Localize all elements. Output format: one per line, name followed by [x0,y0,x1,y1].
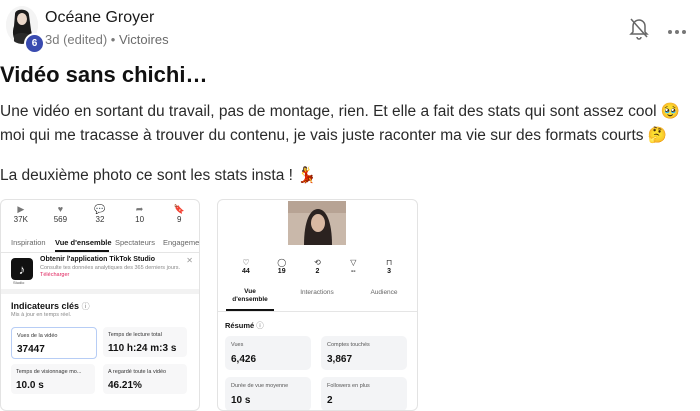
bookmark-icon: ⊓ [385,258,393,267]
post-title: Vidéo sans chichi… [0,62,208,87]
metric-card: Durée de vue moyenne 10 s [225,377,311,410]
comments-stat: ◯ 19 [264,257,300,279]
instagram-stat-row: ♡ 44 ◯ 19 ⟲ 2 ▽ -- ⊓ 3 [218,257,417,279]
tab-audience: Audience [370,289,398,296]
section-divider [1,289,199,294]
more-horizontal-icon[interactable] [667,24,687,34]
saves-stat: 🔖 9 [159,204,199,230]
banner-title: Obtenir l'application TikTok Studio [40,256,155,263]
post-header: 6 Océane Groyer 3d (edited) • Victoires [0,0,700,56]
shares-stat: ▽ -- [335,257,371,279]
close-icon: ✕ [186,256,193,265]
info-icon: ⓘ [81,302,90,311]
comment-icon: ◯ [277,258,287,267]
comments-stat: 💬 32 [80,204,120,230]
bookmark-icon: 🔖 [173,204,185,214]
post-meta: 3d (edited) • Victoires [45,32,169,47]
tab-overview: Vue d'ensemble [55,238,112,247]
tiktok-stats-image[interactable]: ▶ 37K ♥ 569 💬 32 ➦ 10 🔖 9 Inspiration Vue d'e… [0,199,200,411]
post-body: Une vidéo en sortant du travail, pas de … [0,100,700,188]
instagram-stats-image[interactable]: ♡ 44 ◯ 19 ⟲ 2 ▽ -- ⊓ 3 Vue d'ensemble Interac… [217,199,418,411]
meta-separator: • [110,32,116,47]
comment-icon: 💬 [94,204,106,214]
tiktok-logo-sub: Studio [13,280,25,285]
send-icon: ▽ [350,258,357,267]
likes-stat: ♥ 569 [41,204,81,230]
metric-card: Vues de la vidéo 37447 [11,327,97,359]
metric-card: Followers en plus 2 [321,377,407,410]
tab-overview: Vue d'ensemble [232,288,268,303]
author-name[interactable]: Océane Groyer [45,9,154,27]
post-paragraph: La deuxième photo ce sont les stats inst… [0,167,317,184]
tab-inspiration: Inspiration [11,238,46,247]
metric-card: Temps de lecture total 110 h:24 m:3 s [103,327,187,357]
banner-desc: Consulte tes données analytiques des 365… [40,265,181,278]
tiktok-stat-row: ▶ 37K ♥ 569 💬 32 ➦ 10 🔖 9 [1,204,199,230]
metric-card: Vues 6,426 [225,336,311,370]
likes-stat: ♡ 44 [228,257,264,279]
metric-card: Temps de visionnage mo... 10.0 s [11,364,95,394]
active-tab-underline [55,250,109,252]
tab-engagement: Engageme [163,238,200,247]
heart-icon: ♡ [242,258,250,267]
indicators-title: Indicateurs clés ⓘ [11,301,90,311]
views-stat: ▶ 37K [1,204,41,230]
space-link[interactable]: Victoires [119,32,169,47]
saves-stat: ⊓ 3 [371,257,407,279]
level-badge: 6 [24,33,45,54]
repost-icon: ⟲ [314,258,321,267]
active-tab-underline [226,309,274,311]
post-paragraph: Une vidéo en sortant du travail, pas de … [0,103,681,144]
share-icon: ➦ [135,204,144,214]
tab-interactions: Interactions [300,289,334,296]
instagram-tabs: Vue d'ensemble Interactions Audience [218,287,417,312]
tiktok-logo-icon: ♪ [11,258,33,280]
resume-title: Résumé ⓘ [225,321,264,330]
play-icon: ▶ [17,204,25,214]
heart-icon: ♥ [57,204,64,214]
bell-off-icon[interactable] [628,16,650,40]
download-link: Télécharger [40,272,70,278]
indicators-subtitle: Mis à jour en temps réel. [11,312,72,318]
shares-stat: ➦ 10 [120,204,160,230]
metric-card: A regardé toute la vidéo 46.21% [103,364,187,394]
tiktok-studio-banner: ♪ Studio Obtenir l'application TikTok St… [9,256,193,286]
info-icon: ⓘ [256,321,264,330]
metric-card: Comptes touchés 3,867 [321,336,407,370]
tiktok-tabs: Inspiration Vue d'ensemble Spectateurs E… [1,234,199,253]
reposts-stat: ⟲ 2 [300,257,336,279]
post-time: 3d (edited) [45,32,108,47]
tab-viewers: Spectateurs [115,238,156,247]
video-thumbnail [288,201,346,245]
